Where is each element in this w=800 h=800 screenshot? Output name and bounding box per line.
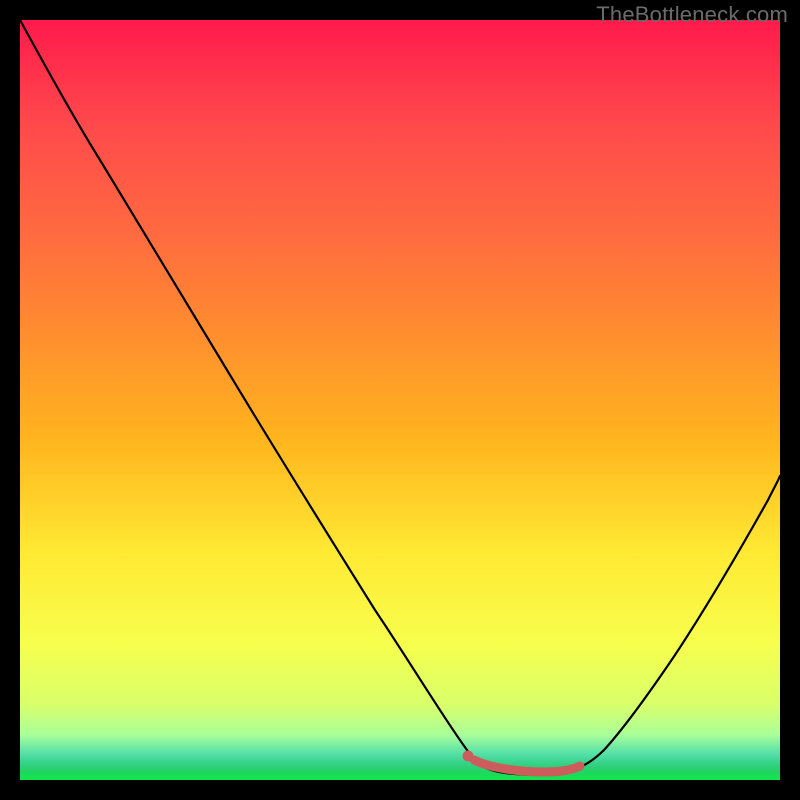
bottleneck-curve [20, 20, 780, 775]
min-marker [474, 760, 580, 772]
chart-svg [20, 20, 780, 780]
chart-container: TheBottleneck.com [0, 0, 800, 800]
plot-area [20, 20, 780, 780]
watermark-text: TheBottleneck.com [596, 2, 788, 28]
min-dot [463, 751, 474, 762]
